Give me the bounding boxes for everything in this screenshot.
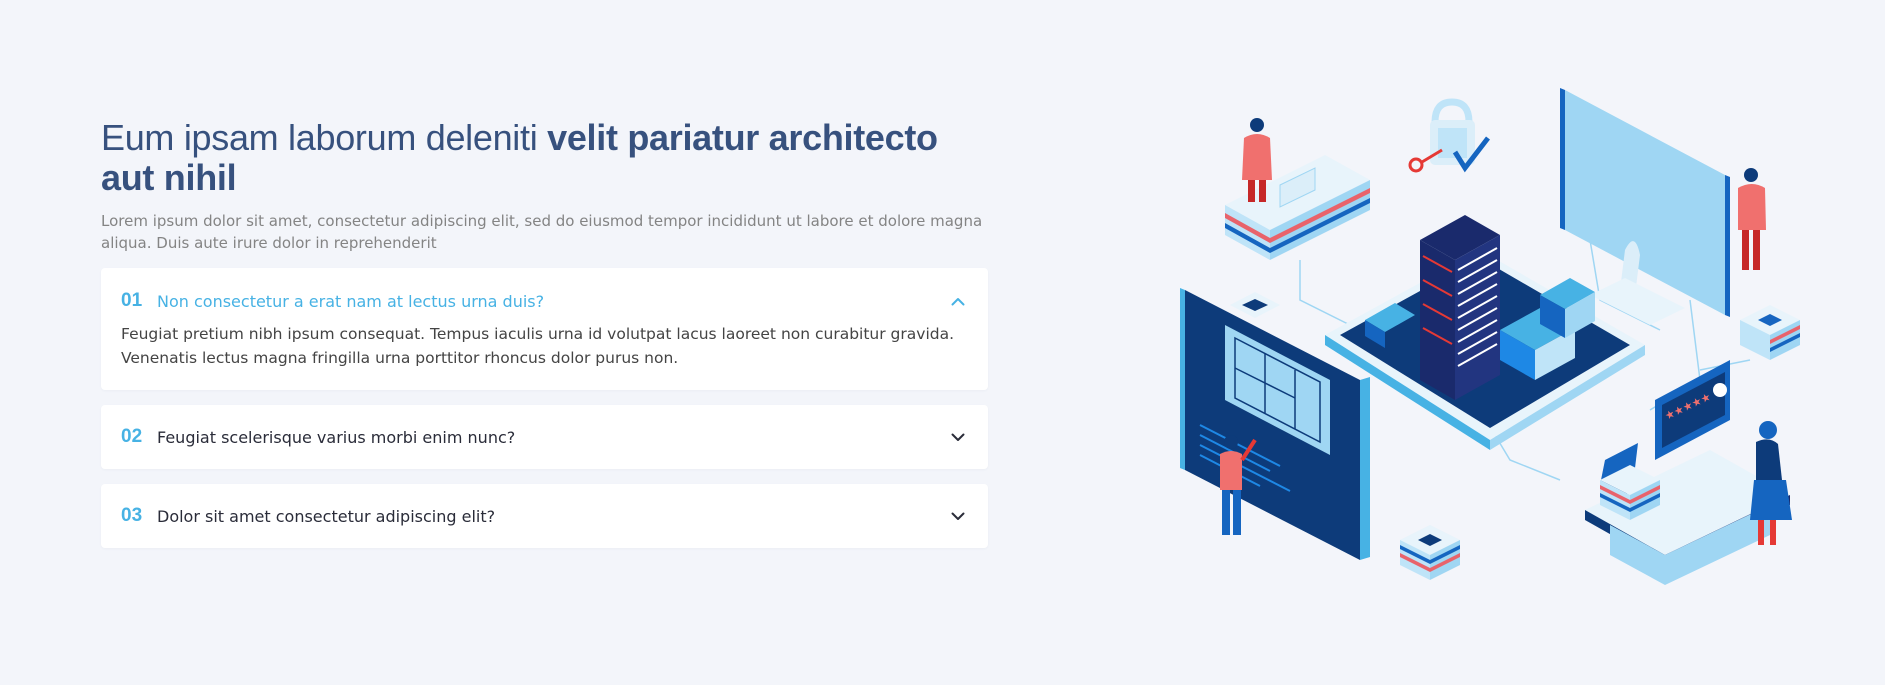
lock-icon <box>1408 98 1490 173</box>
section-title-light: Eum ipsam laborum deleniti <box>101 117 548 158</box>
faq-list: 01 Non consectetur a erat nam at lectus … <box>101 268 988 548</box>
faq-question: Non consectetur a erat nam at lectus urn… <box>157 291 545 311</box>
faq-question: Dolor sit amet consectetur adipiscing el… <box>157 506 496 526</box>
data-cube <box>1400 525 1460 580</box>
faq-number: 02 <box>121 426 143 447</box>
isometric-smart-city-illustration: ★★★★★ <box>1180 80 1820 610</box>
faq-item-3: 03 Dolor sit amet consectetur adipiscing… <box>101 484 988 548</box>
chevron-up-icon[interactable] <box>948 291 968 311</box>
chevron-down-icon[interactable] <box>948 506 968 526</box>
section-description: Lorem ipsum dolor sit amet, consectetur … <box>101 212 983 252</box>
faq-question: Feugiat scelerisque varius morbi enim nu… <box>157 427 516 447</box>
faq-question-toggle-2[interactable]: 02 Feugiat scelerisque varius morbi enim… <box>121 405 968 469</box>
illustration-svg: ★★★★★ <box>1180 88 1800 585</box>
faq-question-toggle-1[interactable]: 01 Non consectetur a erat nam at lectus … <box>121 268 968 330</box>
faq-item-1: 01 Non consectetur a erat nam at lectus … <box>101 268 988 390</box>
reception-desk <box>1225 118 1370 260</box>
data-cube <box>1740 305 1800 360</box>
data-cube <box>1230 292 1280 318</box>
desktop-monitor <box>1560 88 1766 325</box>
faq-item-2: 02 Feugiat scelerisque varius morbi enim… <box>101 405 988 469</box>
city-tablet <box>1325 215 1645 450</box>
faq-number: 01 <box>121 290 143 311</box>
faq-answer: Feugiat pretium nibh ipsum consequat. Te… <box>121 325 955 367</box>
faq-question-toggle-3[interactable]: 03 Dolor sit amet consectetur adipiscing… <box>121 484 968 548</box>
faq-section: Eum ipsam laborum deleniti velit pariatu… <box>101 118 988 563</box>
section-title: Eum ipsam laborum deleniti velit pariatu… <box>101 118 988 198</box>
chevron-down-icon[interactable] <box>948 427 968 447</box>
faq-number: 03 <box>121 505 143 526</box>
